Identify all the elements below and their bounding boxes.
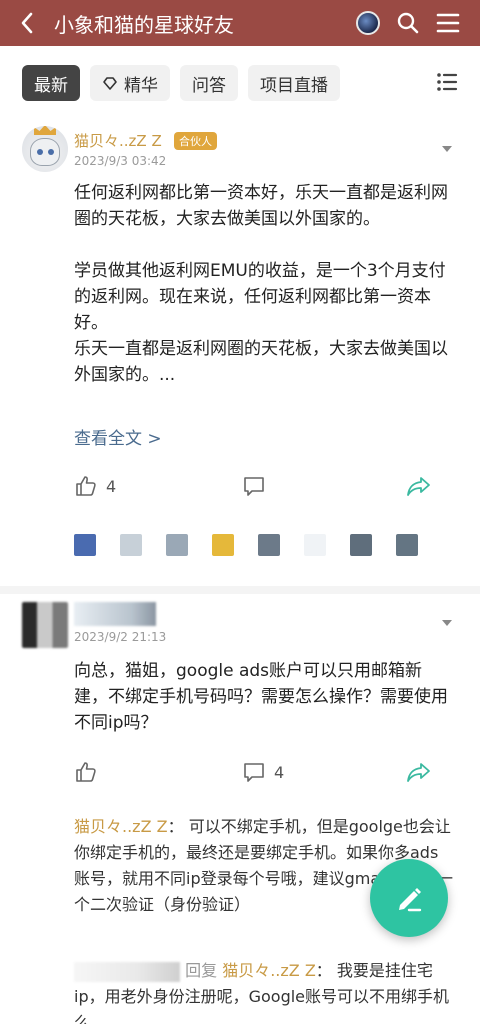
pencil-edit-icon xyxy=(399,888,422,912)
divider xyxy=(0,586,480,594)
author-name[interactable] xyxy=(74,602,156,626)
chevron-left-icon xyxy=(21,12,33,34)
tab-project-live[interactable]: 项目直播 xyxy=(248,65,340,101)
avatar[interactable] xyxy=(22,126,68,172)
thumbs-up-icon xyxy=(76,762,96,782)
reply-author[interactable]: 猫贝々..zZ Z xyxy=(74,817,168,836)
liker-avatar[interactable] xyxy=(396,534,418,556)
share-arrow-icon xyxy=(407,477,430,496)
comment-button[interactable] xyxy=(242,474,266,498)
liker-avatar[interactable] xyxy=(166,534,188,556)
post-paragraph: 乐天一直都是返利网圈的天花板，大家去做美国以外国家的。... xyxy=(74,339,448,385)
liker-avatar[interactable] xyxy=(350,534,372,556)
post-date: 2023/9/3 03:42 xyxy=(74,154,167,168)
chevron-down-icon[interactable] xyxy=(442,146,452,152)
reply-item[interactable]: 回复 猫贝々..zZ Z： 我要是挂住宅ip，用老外身份注册呢，Google账号… xyxy=(74,958,454,1024)
tab-bar: 最新 精华 问答 项目直播 xyxy=(22,64,480,102)
like-button[interactable]: 4 xyxy=(74,474,116,498)
liker-avatar[interactable] xyxy=(304,534,326,556)
view-full-text-link[interactable]: 查看全文 > xyxy=(74,424,162,449)
post-paragraph: 学员做其他返利网EMU的收益，是一个3个月支付的返利网。现在来说，任何返利网都比… xyxy=(74,261,446,333)
liker-avatar[interactable] xyxy=(74,534,96,556)
share-button[interactable] xyxy=(406,760,432,784)
tab-qa[interactable]: 问答 xyxy=(180,65,238,101)
comment-count: 4 xyxy=(274,762,285,782)
share-arrow-icon xyxy=(407,763,430,782)
page-title: 小象和猫的星球好友 xyxy=(54,12,234,37)
liker-avatar[interactable] xyxy=(212,534,234,556)
share-button[interactable] xyxy=(406,474,432,498)
post-content[interactable]: 任何返利网都比第一资本好，乐天一直都是返利网圈的天花板，大家去做美国以外国家的。… xyxy=(74,180,454,388)
like-button[interactable] xyxy=(74,760,98,784)
reply-author-blurred xyxy=(74,961,180,982)
liker-avatar[interactable] xyxy=(120,534,142,556)
thumbs-up-icon xyxy=(76,476,96,496)
tab-latest[interactable]: 最新 xyxy=(22,65,80,101)
back-button[interactable] xyxy=(0,0,54,46)
post-text: 向总，猫姐，google ads账户可以只用邮箱新建，不绑定手机号码吗？需要怎么… xyxy=(74,661,448,733)
liker-avatar[interactable] xyxy=(258,534,280,556)
comment-button[interactable]: 4 xyxy=(242,760,284,784)
like-count: 4 xyxy=(106,476,117,496)
post-date: 2023/9/2 21:13 xyxy=(74,630,167,644)
tab-featured[interactable]: 精华 xyxy=(90,65,170,101)
list-view-icon[interactable] xyxy=(436,72,458,96)
search-icon[interactable] xyxy=(396,11,420,35)
chevron-down-icon[interactable] xyxy=(442,620,452,626)
menu-icon[interactable] xyxy=(436,12,460,34)
heart-diamond-icon xyxy=(102,75,118,91)
author-name[interactable]: 猫贝々..zZ Z xyxy=(74,130,162,151)
post-actions: 4 xyxy=(0,760,480,790)
top-bar: 小象和猫的星球好友 xyxy=(0,0,480,46)
planet-avatar-icon[interactable] xyxy=(356,11,380,35)
partner-badge: 合伙人 xyxy=(174,132,217,150)
liker-avatars[interactable] xyxy=(74,534,418,556)
post-content[interactable]: 向总，猫姐，google ads账户可以只用邮箱新建，不绑定手机号码吗？需要怎么… xyxy=(74,658,454,736)
reply-target-author[interactable]: 猫贝々..zZ Z xyxy=(222,961,316,980)
post-actions: 4 xyxy=(0,474,480,504)
comment-icon xyxy=(244,477,264,496)
post-paragraph: 任何返利网都比第一资本好，乐天一直都是返利网圈的天花板，大家去做美国以外国家的。 xyxy=(74,183,448,229)
comment-icon xyxy=(244,763,264,782)
reply-label: 回复 xyxy=(185,961,218,980)
avatar[interactable] xyxy=(22,602,68,648)
compose-button[interactable] xyxy=(370,859,448,937)
